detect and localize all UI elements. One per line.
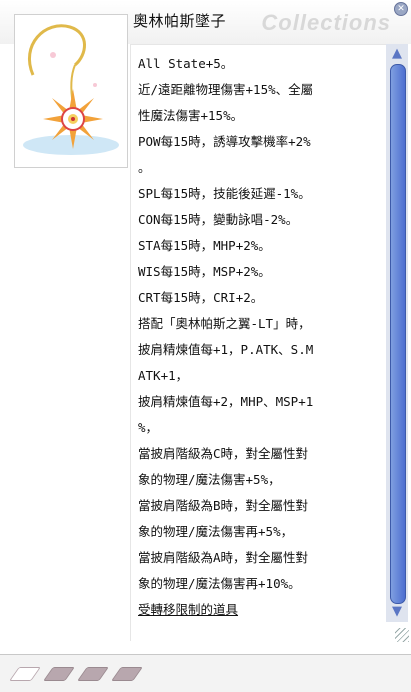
description-line: %， bbox=[138, 420, 159, 435]
scroll-up-icon[interactable]: ▲ bbox=[388, 46, 406, 62]
description-line: 當披肩階級為B時，對全屬性對 bbox=[138, 498, 309, 513]
description-line: STA每15時，MHP+2%。 bbox=[138, 238, 271, 253]
resize-grip-icon[interactable] bbox=[395, 628, 409, 642]
description-line: 披肩精煉值每+2，MHP、MSP+1 bbox=[138, 394, 314, 409]
scroll-thumb[interactable] bbox=[390, 64, 406, 604]
close-icon[interactable]: ✕ bbox=[394, 2, 408, 16]
description-line: 當披肩階級為C時，對全屬性對 bbox=[138, 446, 309, 461]
scroll-down-icon[interactable]: ▼ bbox=[388, 604, 406, 620]
description-line: ATK+1， bbox=[138, 368, 189, 383]
item-title: 奧林帕斯墜子 bbox=[133, 12, 227, 30]
description-line: 象的物理/魔法傷害+5%， bbox=[138, 472, 281, 487]
description-line: 象的物理/魔法傷害再+10%。 bbox=[138, 576, 301, 591]
card-slot[interactable] bbox=[111, 667, 143, 681]
pendant-icon bbox=[23, 24, 119, 155]
item-image bbox=[14, 14, 128, 168]
description-line: CON每15時，變動詠唱-2%。 bbox=[138, 212, 299, 227]
card-slot[interactable] bbox=[77, 667, 109, 681]
item-info-window: 奧林帕斯墜子 Collections ✕ All State+5。 近/遠距離物… bbox=[0, 0, 411, 654]
description-scrollbar[interactable]: ▲ ▼ bbox=[386, 44, 408, 622]
description-line: CRT每15時，CRI+2。 bbox=[138, 290, 264, 305]
description-line: 披肩精煉值每+1，P.ATK、S.M bbox=[138, 342, 314, 357]
description-line: All State+5。 bbox=[138, 56, 234, 71]
description-line: 搭配「奧林帕斯之翼-LT」時， bbox=[138, 316, 311, 331]
description-line: 象的物理/魔法傷害再+5%， bbox=[138, 524, 294, 539]
description-line: WIS每15時，MSP+2%。 bbox=[138, 264, 271, 279]
description-panel: All State+5。 近/遠距離物理傷害+15%、全屬 性魔法傷害+15%。… bbox=[130, 44, 386, 641]
restriction-link[interactable]: 受轉移限制的道具 bbox=[138, 599, 238, 618]
collections-watermark: Collections bbox=[261, 10, 391, 35]
description-line: 。 bbox=[138, 160, 151, 175]
description-line: 性魔法傷害+15%。 bbox=[138, 108, 244, 123]
description-line: 近/遠距離物理傷害+15%、全屬 bbox=[138, 82, 314, 97]
card-slot[interactable] bbox=[9, 667, 41, 681]
description-line: POW每15時，誘導攻擊機率+2% bbox=[138, 134, 311, 149]
card-slot-bar bbox=[0, 654, 411, 692]
description-line: SPL每15時，技能後延遲-1%。 bbox=[138, 186, 311, 201]
description-line: 當披肩階級為A時，對全屬性對 bbox=[138, 550, 309, 565]
card-slot[interactable] bbox=[43, 667, 75, 681]
